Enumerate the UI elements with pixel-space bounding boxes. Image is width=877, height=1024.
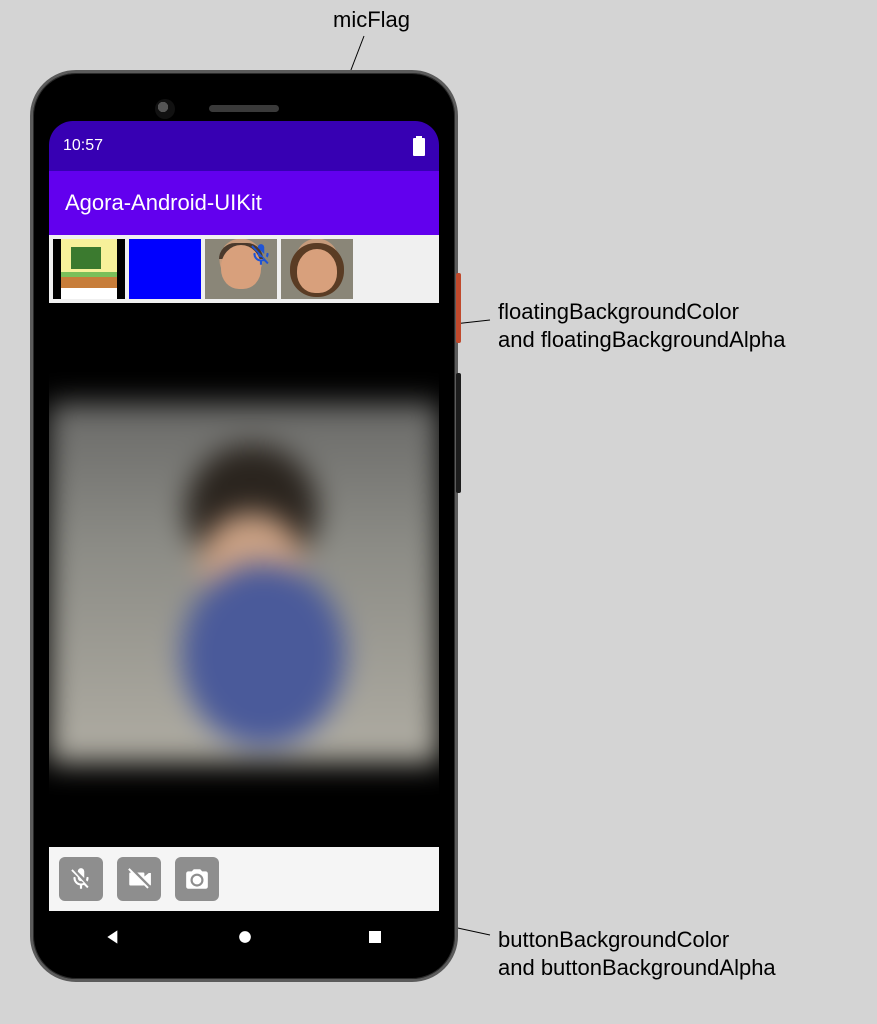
mic-muted-icon [247,241,275,269]
battery-icon [413,136,425,156]
clock-text: 10:57 [63,137,103,155]
annotation-button-line2: and buttonBackgroundAlpha [498,955,776,980]
annotation-floating-line1: floatingBackgroundColor [498,299,739,324]
nav-back-button[interactable] [104,927,124,947]
main-video-feed[interactable] [49,403,439,763]
phone-frame: 10:57 Agora-Android-UIKit [30,70,458,982]
speaker-grille [209,105,279,112]
floating-tile-0[interactable] [53,239,125,299]
annotation-micflag-label: micFlag [333,6,410,34]
app-bar: Agora-Android-UIKit [49,171,439,235]
annotation-button-line1: buttonBackgroundColor [498,927,729,952]
floating-tile-1[interactable] [129,239,201,299]
nav-recent-button[interactable] [366,928,384,946]
video-toggle-button[interactable] [117,857,161,901]
floating-tile-2[interactable] [205,239,277,299]
front-camera [155,99,175,119]
volume-rocker[interactable] [456,373,461,493]
nav-home-button[interactable] [235,927,255,947]
annotation-button-label: buttonBackgroundColor and buttonBackgrou… [498,926,776,981]
mic-toggle-button[interactable] [59,857,103,901]
status-bar: 10:57 [49,121,439,171]
floating-tile-3[interactable] [281,239,353,299]
floating-video-strip [49,235,439,303]
power-button[interactable] [456,273,461,343]
screen: 10:57 Agora-Android-UIKit [49,121,439,963]
app-title: Agora-Android-UIKit [65,190,262,216]
annotation-floating-label: floatingBackgroundColor and floatingBack… [498,298,785,353]
main-video-area [49,303,439,847]
annotation-floating-line2: and floatingBackgroundAlpha [498,327,785,352]
android-nav-bar [49,911,439,963]
switch-camera-button[interactable] [175,857,219,901]
button-bar [49,847,439,911]
